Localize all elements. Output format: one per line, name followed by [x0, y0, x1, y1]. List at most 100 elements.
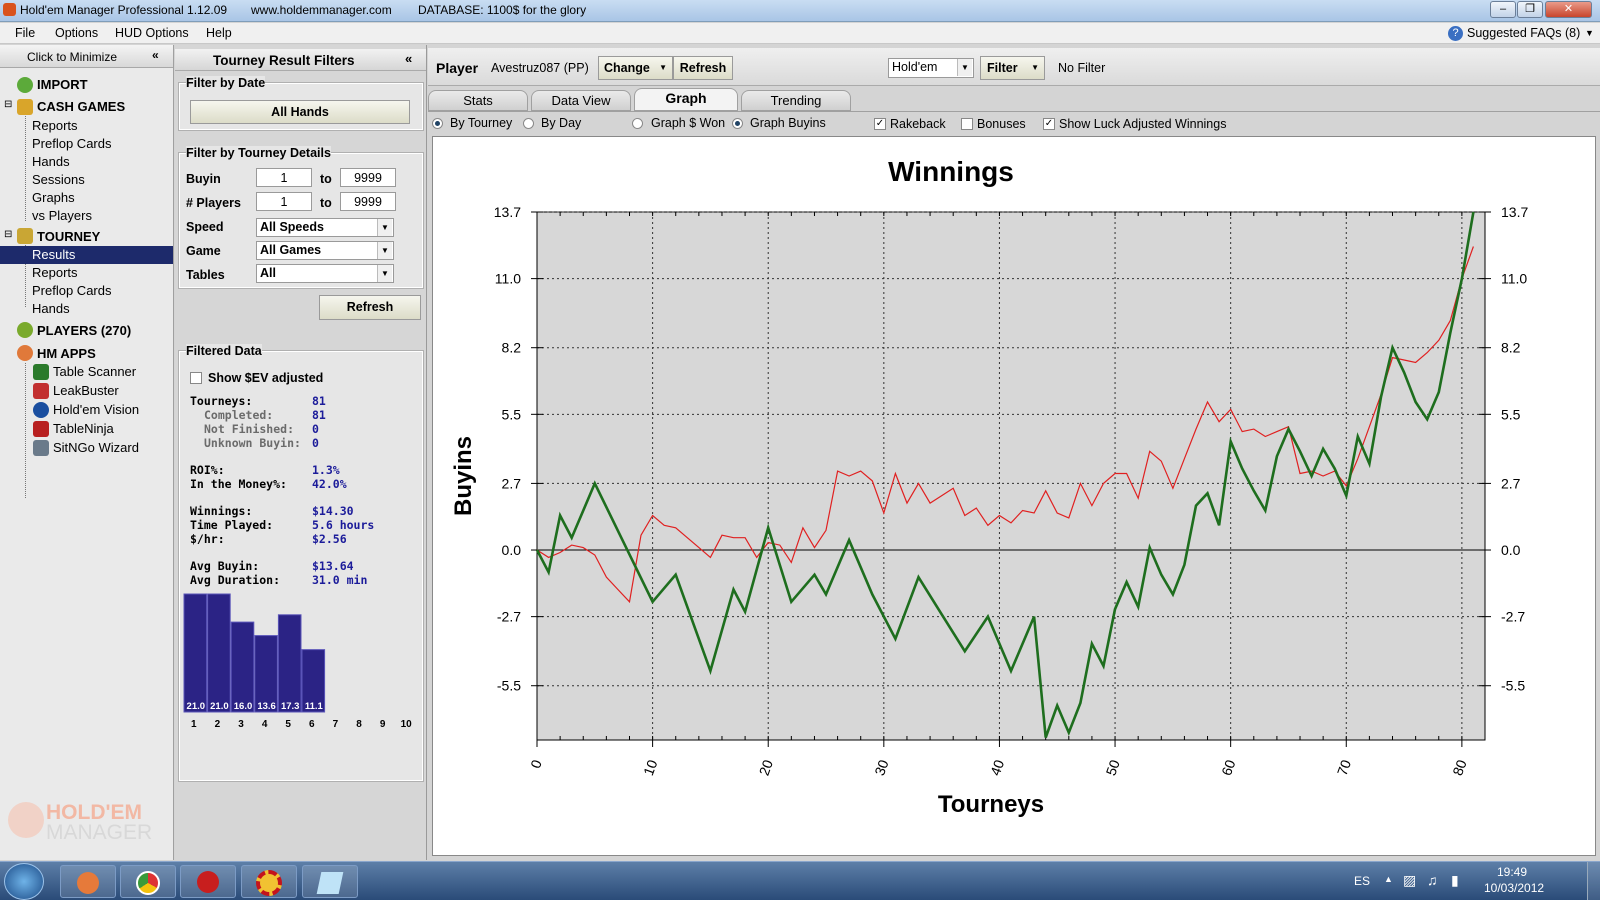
show-ev-checkbox[interactable]: [190, 372, 202, 384]
histogram-bar-label: 13.6: [257, 701, 276, 712]
nav-players[interactable]: PLAYERS (270): [37, 323, 131, 338]
change-player-button[interactable]: Change ▼: [598, 56, 673, 80]
menu-options[interactable]: Options: [55, 26, 98, 40]
nav-holdem-vision[interactable]: Hold'em Vision: [53, 402, 139, 417]
bonuses-checkbox[interactable]: [961, 118, 973, 130]
to-label: to: [320, 172, 332, 186]
nav-hm-apps[interactable]: HM APPS: [37, 346, 96, 361]
chevron-down-icon[interactable]: ▼: [1585, 28, 1594, 38]
players-to-input[interactable]: 9999: [340, 192, 396, 211]
filter-button[interactable]: Filter ▼: [980, 56, 1045, 80]
nav-tourney-results[interactable]: Results: [0, 246, 173, 264]
collapse-toggle-icon[interactable]: ⊟: [4, 99, 12, 110]
tab-graph[interactable]: Graph: [634, 88, 738, 111]
tableninja-icon: [33, 421, 49, 437]
nav-tourney-reports[interactable]: Reports: [32, 265, 78, 280]
show-luck-checkbox[interactable]: ✓: [1043, 118, 1055, 130]
buyin-from-input[interactable]: 1: [256, 168, 312, 187]
show-desktop-button[interactable]: [1587, 862, 1600, 900]
app-title: Hold'em Manager Professional 1.12.09: [20, 3, 228, 17]
stat-value-completed: 81: [312, 408, 326, 422]
nav-leakbuster[interactable]: LeakBuster: [53, 383, 119, 398]
chevron-down-icon[interactable]: ▼: [377, 219, 392, 236]
graph-buyins-label: Graph Buyins: [750, 116, 826, 130]
tab-trending[interactable]: Trending: [741, 90, 851, 111]
speed-select[interactable]: All Speeds ▼: [256, 218, 394, 237]
all-hands-button[interactable]: All Hands: [190, 100, 410, 124]
graph-buyins-radio[interactable]: [732, 118, 743, 129]
collapse-icon[interactable]: «: [152, 48, 159, 62]
volume-icon[interactable]: ♫: [1427, 872, 1438, 888]
tables-value: All: [260, 266, 276, 280]
start-button-icon[interactable]: [4, 863, 44, 900]
nav-cash-sessions[interactable]: Sessions: [32, 172, 85, 187]
refresh-player-button[interactable]: Refresh: [673, 56, 733, 80]
minimize-icon[interactable]: –: [1490, 1, 1516, 18]
chevron-down-icon[interactable]: ▼: [377, 265, 392, 282]
y-tick-label-left: 0.0: [502, 542, 522, 558]
nav-cash-reports[interactable]: Reports: [32, 118, 78, 133]
collapse-toggle-icon[interactable]: ⊟: [4, 229, 12, 240]
minimize-bar[interactable]: Click to Minimize «: [0, 45, 173, 68]
y-tick-label-right: 8.2: [1501, 340, 1521, 356]
clock-date[interactable]: 10/03/2012: [1484, 881, 1544, 895]
nav-cash-preflop-cards[interactable]: Preflop Cards: [32, 136, 111, 151]
network-tray-icon[interactable]: ▨: [1403, 872, 1416, 889]
by-day-label: By Day: [541, 116, 582, 130]
language-indicator[interactable]: ES: [1354, 874, 1370, 888]
nav-cash-hands[interactable]: Hands: [32, 154, 70, 169]
notepad-task-icon[interactable]: [302, 865, 358, 898]
nav-cash-vs-players[interactable]: vs Players: [32, 208, 92, 223]
tab-stats[interactable]: Stats: [428, 90, 528, 111]
nav-tourney-hands[interactable]: Hands: [32, 301, 70, 316]
clock-time[interactable]: 19:49: [1497, 865, 1527, 879]
signal-icon[interactable]: ▮: [1451, 872, 1459, 889]
suggested-faqs-link[interactable]: Suggested FAQs (8): [1467, 26, 1580, 40]
collapse-icon[interactable]: «: [405, 51, 412, 66]
nav-sitngo-wizard[interactable]: SitNGo Wizard: [53, 440, 139, 455]
y-tick-label-right: -5.5: [1501, 678, 1525, 694]
nav-tourney-preflop-cards[interactable]: Preflop Cards: [32, 283, 111, 298]
by-tourney-radio[interactable]: [432, 118, 443, 129]
minimize-label: Click to Minimize: [27, 50, 118, 64]
players-from-input[interactable]: 1: [256, 192, 312, 211]
close-icon[interactable]: ✕: [1545, 1, 1592, 18]
stat-value-itm: 42.0%: [312, 477, 347, 491]
graph-won-radio[interactable]: [632, 118, 643, 129]
stat-label-winnings: Winnings:: [190, 504, 253, 518]
nav-import[interactable]: IMPORT: [37, 77, 88, 92]
menu-bar: File Options HUD Options Help ? Suggeste…: [0, 23, 1600, 44]
histogram-category-label: 9: [380, 719, 386, 730]
nav-table-scanner[interactable]: Table Scanner: [53, 364, 136, 379]
y-tick-label-left: 2.7: [502, 475, 522, 491]
taskbar: ES ▲ ▨ ♫ ▮ 19:49 10/03/2012: [0, 861, 1600, 900]
nav-cash-graphs[interactable]: Graphs: [32, 190, 75, 205]
menu-help[interactable]: Help: [206, 26, 232, 40]
nav-tableninja[interactable]: TableNinja: [53, 421, 114, 436]
rakeback-checkbox[interactable]: ✓: [874, 118, 886, 130]
chevron-down-icon[interactable]: ▼: [377, 242, 392, 259]
stat-label-not-finished: Not Finished:: [204, 422, 295, 436]
menu-hud-options[interactable]: HUD Options: [115, 26, 189, 40]
stat-label-completed: Completed:: [204, 408, 274, 422]
game-type-select[interactable]: Hold'em ▼: [888, 58, 974, 78]
histogram-bar: [183, 593, 208, 713]
restore-icon[interactable]: ❐: [1517, 1, 1543, 18]
tables-select[interactable]: All ▼: [256, 264, 394, 283]
pokerstars-task-icon[interactable]: [180, 865, 236, 898]
nav-tourney[interactable]: TOURNEY: [37, 229, 100, 244]
buyin-to-input[interactable]: 9999: [340, 168, 396, 187]
tab-data-view[interactable]: Data View: [531, 90, 631, 111]
stat-value-unknown-buyin: 0: [312, 436, 319, 450]
chrome-task-icon[interactable]: [120, 865, 176, 898]
by-day-radio[interactable]: [523, 118, 534, 129]
nav-cash-games[interactable]: CASH GAMES: [37, 99, 125, 114]
poker-chip-task-icon[interactable]: [241, 865, 297, 898]
menu-file[interactable]: File: [15, 26, 35, 40]
chevron-down-icon[interactable]: ▼: [957, 59, 972, 76]
show-hidden-icons-icon[interactable]: ▲: [1384, 874, 1393, 884]
game-select[interactable]: All Games ▼: [256, 241, 394, 260]
refresh-filters-button[interactable]: Refresh: [319, 295, 421, 320]
holdem-manager-task-icon[interactable]: [60, 865, 116, 898]
y-tick-label-right: 2.7: [1501, 475, 1521, 491]
